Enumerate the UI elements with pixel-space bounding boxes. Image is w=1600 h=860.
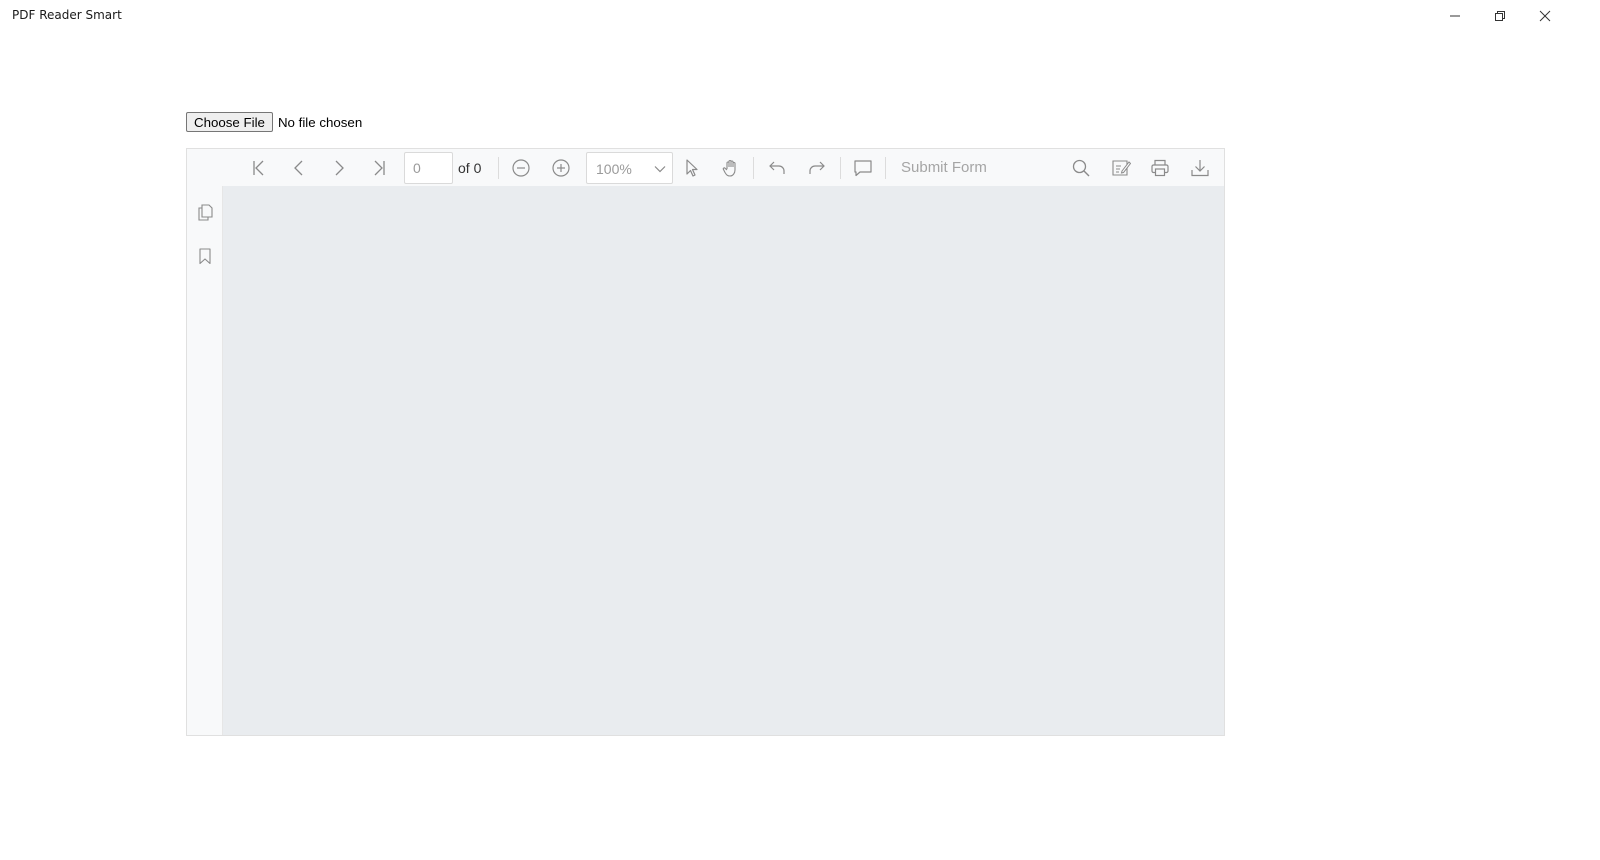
print-button[interactable]	[1148, 156, 1172, 180]
minimize-icon	[1450, 15, 1460, 17]
bookmark-icon	[199, 248, 211, 265]
restore-button[interactable]	[1477, 0, 1523, 32]
zoom-in-button[interactable]	[549, 156, 573, 180]
chevron-down-icon	[654, 166, 666, 173]
toolbar-separator	[753, 157, 754, 179]
search-icon	[1072, 159, 1090, 177]
redo-icon	[809, 161, 825, 174]
redo-button[interactable]	[805, 156, 829, 180]
zoom-out-icon	[512, 159, 530, 177]
select-pointer-icon	[686, 159, 698, 177]
choose-file-button[interactable]: Choose File	[186, 112, 273, 132]
comment-button[interactable]	[851, 156, 875, 180]
next-page-button[interactable]	[327, 156, 351, 180]
file-input-row: Choose File No file chosen	[186, 112, 362, 132]
download-button[interactable]	[1188, 156, 1212, 180]
thumbnails-icon	[198, 204, 213, 221]
zoom-out-button[interactable]	[509, 156, 533, 180]
first-page-button[interactable]	[247, 156, 271, 180]
annotation-icon	[1112, 160, 1131, 176]
title-bar: PDF Reader Smart	[0, 0, 1600, 32]
first-page-icon	[253, 160, 264, 176]
zoom-select[interactable]: 100%	[586, 152, 673, 184]
minimize-button[interactable]	[1432, 0, 1478, 32]
annotation-button[interactable]	[1109, 156, 1133, 180]
page-number-input[interactable]: 0	[404, 152, 453, 184]
toolbar-separator	[498, 157, 499, 179]
pdf-viewer: 0 of 0 100% Submit Form	[186, 148, 1225, 736]
bookmarks-button[interactable]	[195, 246, 215, 266]
app-title: PDF Reader Smart	[12, 8, 122, 22]
thumbnails-button[interactable]	[195, 202, 215, 222]
download-icon	[1191, 160, 1209, 177]
last-page-button[interactable]	[367, 156, 391, 180]
undo-icon	[769, 161, 785, 174]
restore-icon	[1495, 11, 1505, 21]
next-page-icon	[335, 160, 344, 176]
select-tool-button[interactable]	[680, 156, 704, 180]
last-page-icon	[374, 160, 385, 176]
search-button[interactable]	[1069, 156, 1093, 180]
comment-icon	[854, 160, 872, 177]
file-status-text: No file chosen	[277, 114, 363, 130]
print-icon	[1151, 159, 1169, 177]
page-total-label: of 0	[458, 160, 482, 176]
toolbar-separator	[885, 157, 886, 179]
pan-tool-button[interactable]	[719, 156, 743, 180]
previous-page-icon	[294, 160, 303, 176]
submit-form-button[interactable]: Submit Form	[901, 159, 987, 176]
previous-page-button[interactable]	[287, 156, 311, 180]
viewer-sidebar	[187, 186, 223, 735]
viewer-toolbar: 0 of 0 100% Submit Form	[187, 149, 1224, 187]
toolbar-separator	[840, 157, 841, 179]
document-canvas[interactable]	[223, 186, 1224, 735]
pan-hand-icon	[722, 159, 736, 177]
zoom-in-icon	[552, 159, 570, 177]
zoom-value: 100%	[596, 161, 632, 177]
undo-button[interactable]	[765, 156, 789, 180]
close-button[interactable]	[1522, 0, 1568, 32]
close-icon	[1539, 10, 1551, 22]
